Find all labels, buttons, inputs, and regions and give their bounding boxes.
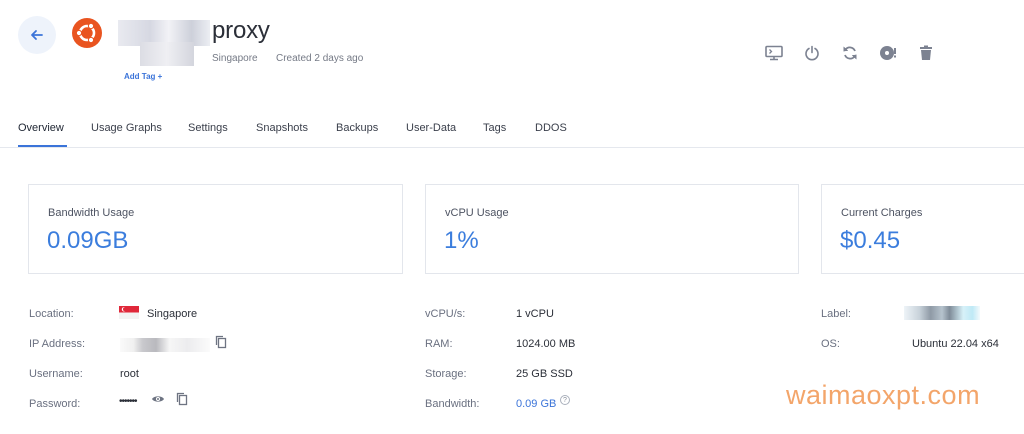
restart-icon [843,46,857,60]
storage-label: Storage: [425,368,467,380]
bandwidth-label: Bandwidth: [425,398,480,410]
arrow-left-icon [31,30,43,40]
ip-address-label: IP Address: [29,338,86,350]
console-icon [765,45,783,61]
copy-icon[interactable] [215,335,227,349]
redacted-ip-mask [120,338,210,352]
console-button[interactable] [764,43,784,63]
iso-disc-icon [880,46,896,60]
copy-icon[interactable] [176,392,188,406]
back-button[interactable] [18,16,56,54]
card-value: 1% [444,227,479,254]
card-value: 0.09GB [47,227,129,254]
redacted-label-mask [904,306,980,320]
location-label: Location: [29,308,74,320]
ram-label: RAM: [425,338,453,350]
vcpu-usage-card: vCPU Usage 1% [425,184,799,274]
server-toolbar [764,43,936,63]
power-button[interactable] [802,43,822,63]
tab-usage-graphs[interactable]: Usage Graphs [91,122,162,134]
tab-tags[interactable]: Tags [483,122,506,134]
bandwidth-value[interactable]: 0.09 GB [516,398,556,410]
tab-bar: Overview Usage Graphs Settings Snapshots… [0,112,1024,148]
card-label: Bandwidth Usage [48,207,135,219]
ram-value: 1024.00 MB [516,338,576,350]
tab-backups[interactable]: Backups [336,122,378,134]
help-icon[interactable]: ? [560,395,570,405]
card-value: $0.45 [840,227,901,254]
eye-icon[interactable] [151,394,165,404]
tab-settings[interactable]: Settings [188,122,228,134]
vcpus-value: 1 vCPU [516,308,554,320]
vcpus-label: vCPU/s: [425,308,466,320]
tab-overview[interactable]: Overview [18,122,64,134]
redacted-name-mask [140,42,194,66]
power-icon [805,45,819,61]
card-label: Current Charges [841,207,923,219]
restart-button[interactable] [840,43,860,63]
tab-snapshots[interactable]: Snapshots [256,122,308,134]
storage-value: 25 GB SSD [516,368,573,380]
trash-icon [920,45,932,60]
location-value: Singapore [147,308,198,320]
tab-user-data[interactable]: User-Data [406,122,456,134]
username-label: Username: [29,368,83,380]
header-created: Created 2 days ago [276,53,364,64]
iso-button[interactable] [878,43,898,63]
watermark-text: waimaoxpt.com [786,380,981,410]
os-value: Ubuntu 22.04 x64 [912,338,999,350]
os-label: OS: [821,338,840,350]
password-label: Password: [29,398,81,410]
ubuntu-logo-icon [72,18,102,48]
singapore-flag-icon [119,306,139,319]
card-label: vCPU Usage [445,207,509,219]
header-location: Singapore [212,53,258,64]
tab-ddos[interactable]: DDOS [535,122,567,134]
bandwidth-usage-card: Bandwidth Usage 0.09GB [28,184,403,274]
active-tab-indicator [18,145,67,147]
username-value: root [120,368,139,380]
label-label: Label: [821,308,851,320]
destroy-button[interactable] [916,43,936,63]
current-charges-card: Current Charges $0.45 [821,184,1024,274]
add-tag-link[interactable]: Add Tag + [124,72,162,81]
password-value: ••••••• [119,396,137,407]
